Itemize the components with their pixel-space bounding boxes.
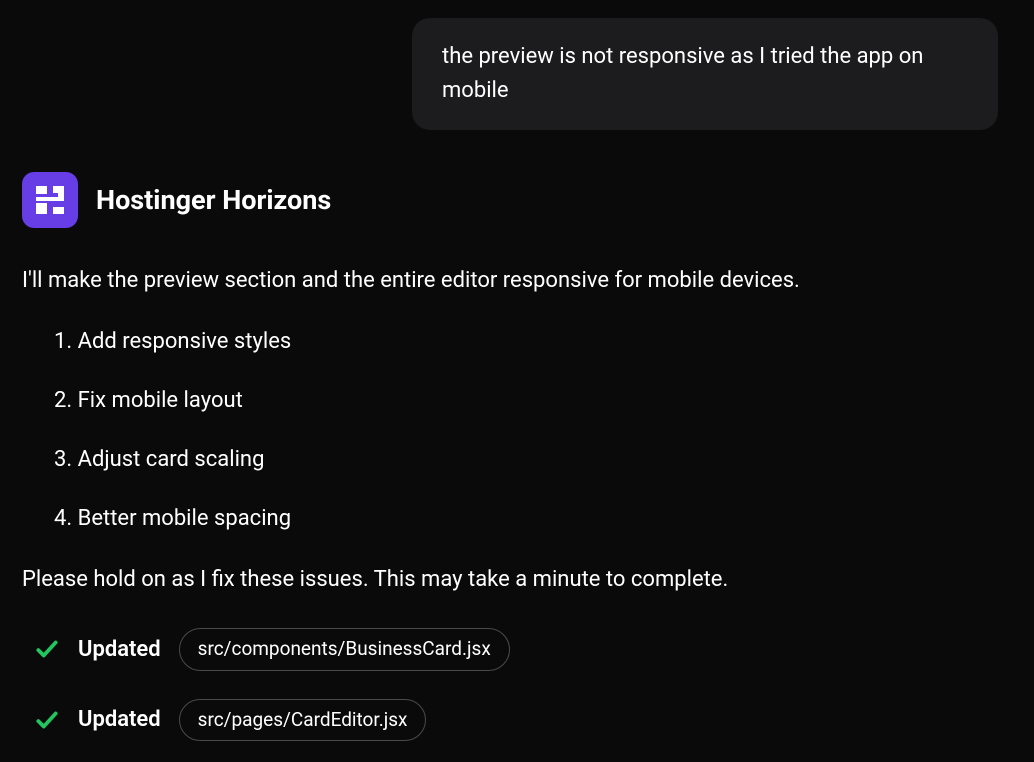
assistant-intro-text: I'll make the preview section and the en… [22, 264, 1012, 297]
assistant-header: Hostinger Horizons [22, 172, 1012, 228]
file-pill[interactable]: src/pages/CardEditor.jsx [179, 699, 427, 742]
task-item: Add responsive styles [54, 325, 1012, 358]
assistant-name: Hostinger Horizons [96, 184, 331, 216]
task-item: Better mobile spacing [54, 502, 1012, 535]
task-item: Adjust card scaling [54, 443, 1012, 476]
check-icon [34, 636, 60, 662]
update-status-label: Updated [78, 703, 161, 736]
user-message-text: the preview is not responsive as I tried… [442, 44, 923, 103]
user-message: the preview is not responsive as I tried… [412, 18, 998, 130]
update-status-label: Updated [78, 633, 161, 666]
file-path: src/pages/CardEditor.jsx [198, 708, 408, 731]
file-path: src/components/BusinessCard.jsx [198, 637, 491, 660]
file-pill[interactable]: src/components/BusinessCard.jsx [179, 628, 510, 671]
check-icon [34, 707, 60, 733]
update-row: Updated src/components/BusinessCard.jsx [34, 628, 1012, 671]
task-item: Fix mobile layout [54, 384, 1012, 417]
wait-text: Please hold on as I fix these issues. Th… [22, 563, 1012, 596]
update-row: Updated src/pages/CardEditor.jsx [34, 699, 1012, 742]
hostinger-logo-icon [22, 172, 78, 228]
task-list: Add responsive styles Fix mobile layout … [54, 325, 1012, 535]
assistant-body: I'll make the preview section and the en… [22, 264, 1012, 741]
